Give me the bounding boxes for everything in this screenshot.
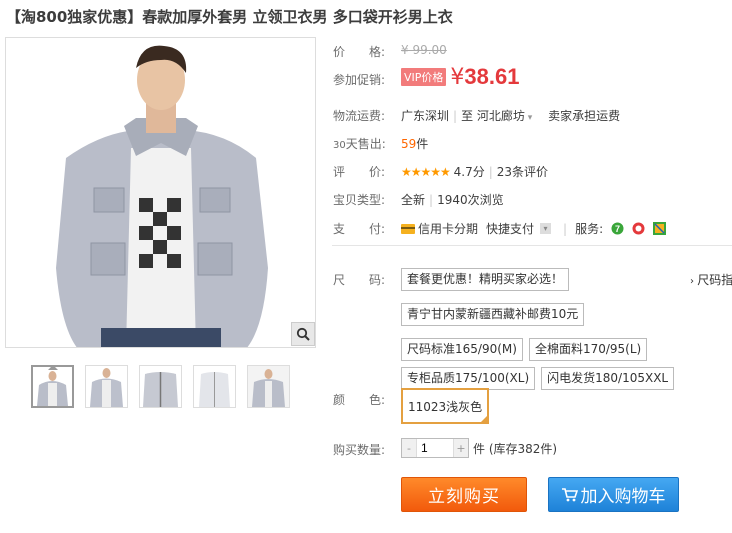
color-options: 11023浅灰色 (401, 388, 701, 424)
thumbnail-2[interactable] (85, 365, 128, 408)
price-label: 价 格: (333, 45, 386, 59)
service-label: 服务: (575, 222, 604, 236)
shopping-cart-icon (561, 487, 578, 501)
promo-price: 38.61 (464, 64, 520, 89)
vip-price-badge: VIP价格 (401, 68, 447, 86)
credit-card-icon (401, 223, 415, 234)
rating-label: 评 价: (333, 165, 386, 179)
add-to-cart-label: 加入购物车 (580, 487, 666, 507)
promo-price-row: VIP价格 ¥ 38.61 (401, 64, 519, 90)
shipping-label: 物流运费: (333, 109, 386, 123)
currency-symbol: ¥ (450, 64, 465, 90)
type-label: 宝贝类型: (333, 193, 386, 207)
seven-day-return-icon[interactable]: 7 (611, 222, 624, 235)
quantity-minus-button[interactable]: - (402, 439, 416, 457)
buy-now-button[interactable]: 立刻购买 (401, 477, 527, 512)
payment-info: 信用卡分期 快捷支付 ▾ | 服务: 7 (401, 220, 667, 237)
thumbnail-4[interactable] (193, 365, 236, 408)
thumbnail-1[interactable] (31, 365, 74, 408)
add-to-cart-button[interactable]: 加入购物车 (548, 477, 679, 512)
rating-stars: ★★★★★ (401, 165, 451, 179)
quantity-plus-button[interactable]: + (454, 439, 468, 457)
magnifier-icon (296, 327, 310, 341)
credit-installment[interactable]: 信用卡分期 (418, 220, 478, 237)
size-option[interactable]: 套餐更优惠！精明买家必选！ (401, 268, 570, 291)
chevron-down-icon[interactable]: ▾ (540, 223, 552, 234)
ship-to-word: 至 (461, 109, 474, 123)
original-price: ¥ 99.00 (401, 43, 447, 57)
ship-to-select[interactable]: 河北廊坊 ▾ (477, 109, 532, 123)
view-count: 1940次浏览 (437, 193, 504, 207)
quantity-input[interactable] (416, 439, 454, 457)
section-divider (332, 245, 732, 246)
sales-label: 30天售出: (333, 137, 386, 151)
ship-from: 广东深圳 (401, 109, 450, 123)
consumer-protection-icon[interactable] (653, 222, 667, 235)
product-title: 【淘800独家优惠】春款加厚外套男 立领卫衣男 多口袋开衫男上衣 (6, 8, 453, 26)
type-info: 全新 | 1940次浏览 (401, 193, 504, 207)
sales-count: 59件 (401, 137, 429, 151)
thumbnail-strip (31, 365, 290, 408)
product-main-image[interactable] (5, 37, 316, 348)
thumbnail-5[interactable] (247, 365, 290, 408)
size-options: 套餐更优惠！精明买家必选！ 青宁甘内蒙新疆西藏补邮费10元 尺码标准165/90… (401, 268, 701, 390)
size-option[interactable]: 全棉面料170/95(L) (528, 338, 648, 361)
shipping-fee: 卖家承担运费 (548, 109, 621, 123)
quantity-stepper: - + 件 (库存382件) (401, 438, 557, 458)
color-label: 颜 色: (333, 393, 386, 407)
size-option[interactable]: 青宁甘内蒙新疆西藏补邮费10元 (401, 303, 585, 326)
shipping-info: 广东深圳 | 至 河北廊坊 ▾ 卖家承担运费 (401, 109, 621, 123)
size-option[interactable]: 闪电发货180/105XXL (541, 367, 675, 390)
thumbnail-3[interactable] (139, 365, 182, 408)
condition: 全新 (401, 193, 426, 207)
quantity-label: 购买数量: (333, 443, 386, 457)
quick-pay[interactable]: 快捷支付 (486, 220, 534, 237)
rating-score: 4.7分 (453, 165, 485, 179)
zoom-button[interactable] (291, 322, 315, 346)
size-option[interactable]: 专柜品质175/100(XL) (401, 367, 536, 390)
rating-info: ★★★★★ 4.7分 | 23条评价 (401, 165, 549, 179)
review-count-link[interactable]: 23条评价 (497, 165, 548, 179)
model-jacket-illustration (6, 38, 315, 347)
size-option[interactable]: 尺码标准165/90(M) (401, 338, 523, 361)
color-option-selected[interactable]: 11023浅灰色 (401, 388, 490, 424)
payment-label: 支 付: (333, 222, 386, 236)
svg-text:7: 7 (615, 224, 620, 234)
stock-info: 件 (库存382件) (473, 441, 558, 456)
genuine-guarantee-icon[interactable] (632, 222, 645, 235)
size-label: 尺 码: (333, 273, 386, 287)
promo-label: 参加促销: (333, 73, 386, 87)
